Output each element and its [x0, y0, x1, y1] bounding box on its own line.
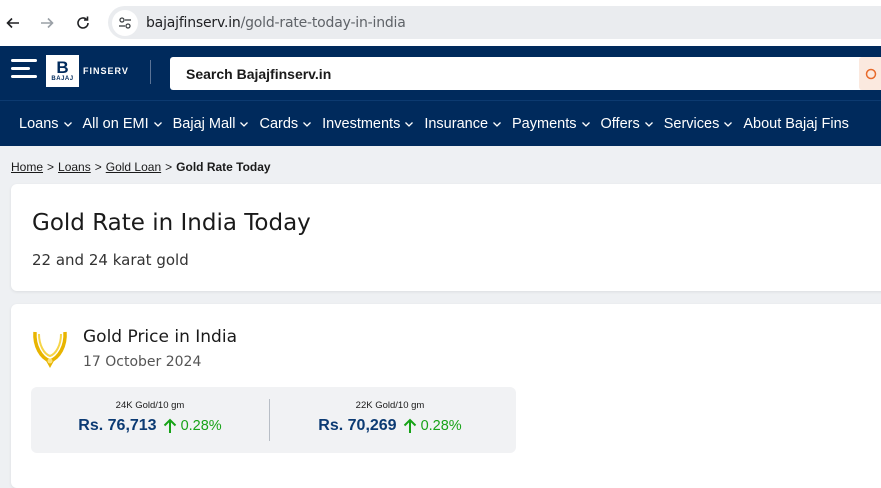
breadcrumb-current: Gold Rate Today	[176, 160, 271, 174]
page-subtitle: 22 and 24 karat gold	[32, 251, 189, 269]
rate-line: Rs. 70,269 0.28%	[271, 417, 509, 435]
bajaj-finserv-logo[interactable]: B BAJAJ FINSERV	[46, 55, 129, 87]
chevron-down-icon	[493, 121, 501, 127]
search-button[interactable]	[859, 57, 881, 90]
rate-divider	[269, 399, 270, 441]
hero-card: Gold Rate in India Today 22 and 24 karat…	[11, 184, 881, 291]
chevron-down-icon	[303, 121, 312, 127]
breadcrumb-home-link[interactable]: Home	[11, 160, 43, 174]
price-date: 17 October 2024	[83, 354, 202, 370]
primary-nav: Loans All on EMI Bajaj Mall Cards Invest…	[0, 100, 881, 146]
search-placeholder: Search Bajajfinserv.in	[186, 65, 332, 82]
chevron-down-icon	[240, 121, 249, 127]
chevron-down-icon	[724, 121, 733, 127]
nav-item-insurance[interactable]: Insurance	[424, 116, 502, 132]
breadcrumb: Home > Loans > Gold Loan > Gold Rate Tod…	[11, 160, 271, 174]
rate-label: 24K Gold/10 gm	[115, 400, 185, 411]
address-bar[interactable]: bajajfinserv.in/gold-rate-today-in-india	[108, 6, 881, 39]
nav-item-label: Bajaj Mall	[172, 115, 236, 132]
breadcrumb-separator: >	[94, 160, 102, 174]
chevron-down-icon	[581, 121, 590, 127]
breadcrumb-loans-link[interactable]: Loans	[58, 160, 91, 174]
rate-change: 0.28%	[420, 418, 462, 434]
nav-item-loans[interactable]: Loans	[19, 116, 73, 132]
logo-mark: B BAJAJ	[46, 55, 79, 87]
breadcrumb-gold-loan-link[interactable]: Gold Loan	[106, 160, 161, 174]
header-divider	[150, 60, 151, 84]
rate-line: Rs. 76,713 0.28%	[31, 417, 269, 435]
browser-toolbar: bajajfinserv.in/gold-rate-today-in-india	[0, 0, 881, 46]
rate-value: Rs. 70,269	[318, 417, 397, 434]
arrow-right-icon	[41, 17, 54, 29]
nav-item-payments[interactable]: Payments	[512, 116, 590, 132]
search-icon	[865, 68, 877, 79]
nav-item-investments[interactable]: Investments	[322, 116, 414, 132]
arrow-up-icon	[163, 418, 176, 433]
back-button[interactable]	[2, 12, 24, 34]
nav-item-about[interactable]: About Bajaj Fins	[743, 116, 849, 132]
nav-item-cards[interactable]: Cards	[259, 116, 312, 132]
arrow-up-icon	[403, 418, 416, 433]
reload-button[interactable]	[72, 12, 94, 34]
logo-small-text: BAJAJ	[51, 76, 74, 82]
nav-item-label: Services	[663, 115, 720, 132]
reload-icon	[77, 16, 89, 29]
nav-item-label: Offers	[600, 115, 640, 132]
nav-item-label: About Bajaj Fins	[743, 115, 849, 132]
nav-item-label: Cards	[259, 115, 299, 132]
url-text: bajajfinserv.in/gold-rate-today-in-india	[146, 15, 406, 31]
site-header: B BAJAJ FINSERV Search Bajajfinserv.in	[0, 46, 881, 100]
chevron-down-icon	[644, 121, 653, 127]
hamburger-menu-icon[interactable]	[11, 59, 37, 79]
nav-item-all-on-emi[interactable]: All on EMI	[83, 116, 163, 132]
forward-button[interactable]	[36, 12, 58, 34]
breadcrumb-separator: >	[165, 160, 173, 174]
tune-icon	[119, 16, 131, 29]
chevron-down-icon	[63, 121, 72, 127]
breadcrumb-separator: >	[47, 160, 55, 174]
gold-necklace-icon	[33, 331, 67, 368]
gold-price-card: Gold Price in India 17 October 2024 24K …	[11, 304, 881, 488]
nav-item-label: All on EMI	[82, 115, 149, 132]
chevron-down-icon	[153, 121, 162, 127]
arrow-left-icon	[6, 17, 19, 29]
rate-label: 22K Gold/10 gm	[355, 400, 425, 411]
chevron-down-icon	[405, 121, 414, 127]
page-title: Gold Rate in India Today	[32, 210, 311, 236]
url-path: /gold-rate-today-in-india	[240, 14, 406, 31]
rates-box: 24K Gold/10 gm Rs. 76,713 0.28% 22K Gold…	[31, 387, 516, 453]
nav-item-label: Payments	[512, 115, 577, 132]
nav-item-services[interactable]: Services	[664, 116, 734, 132]
nav-item-label: Investments	[322, 115, 401, 132]
nav-item-label: Insurance	[424, 115, 489, 132]
rate-change: 0.28%	[180, 418, 222, 434]
logo-letter: B	[56, 58, 69, 77]
logo-brand-text: FINSERV	[83, 66, 129, 76]
rate-value: Rs. 76,713	[78, 417, 157, 434]
nav-item-label: Loans	[19, 115, 59, 132]
site-info-button[interactable]	[112, 9, 138, 36]
search-input[interactable]: Search Bajajfinserv.in	[170, 57, 881, 90]
nav-item-bajaj-mall[interactable]: Bajaj Mall	[173, 116, 250, 132]
rate-24k: 24K Gold/10 gm Rs. 76,713 0.28%	[31, 387, 269, 453]
rate-22k: 22K Gold/10 gm Rs. 70,269 0.28%	[271, 387, 509, 453]
url-domain: bajajfinserv.in	[146, 14, 241, 31]
nav-item-offers[interactable]: Offers	[601, 116, 654, 132]
price-title: Gold Price in India	[83, 327, 237, 347]
